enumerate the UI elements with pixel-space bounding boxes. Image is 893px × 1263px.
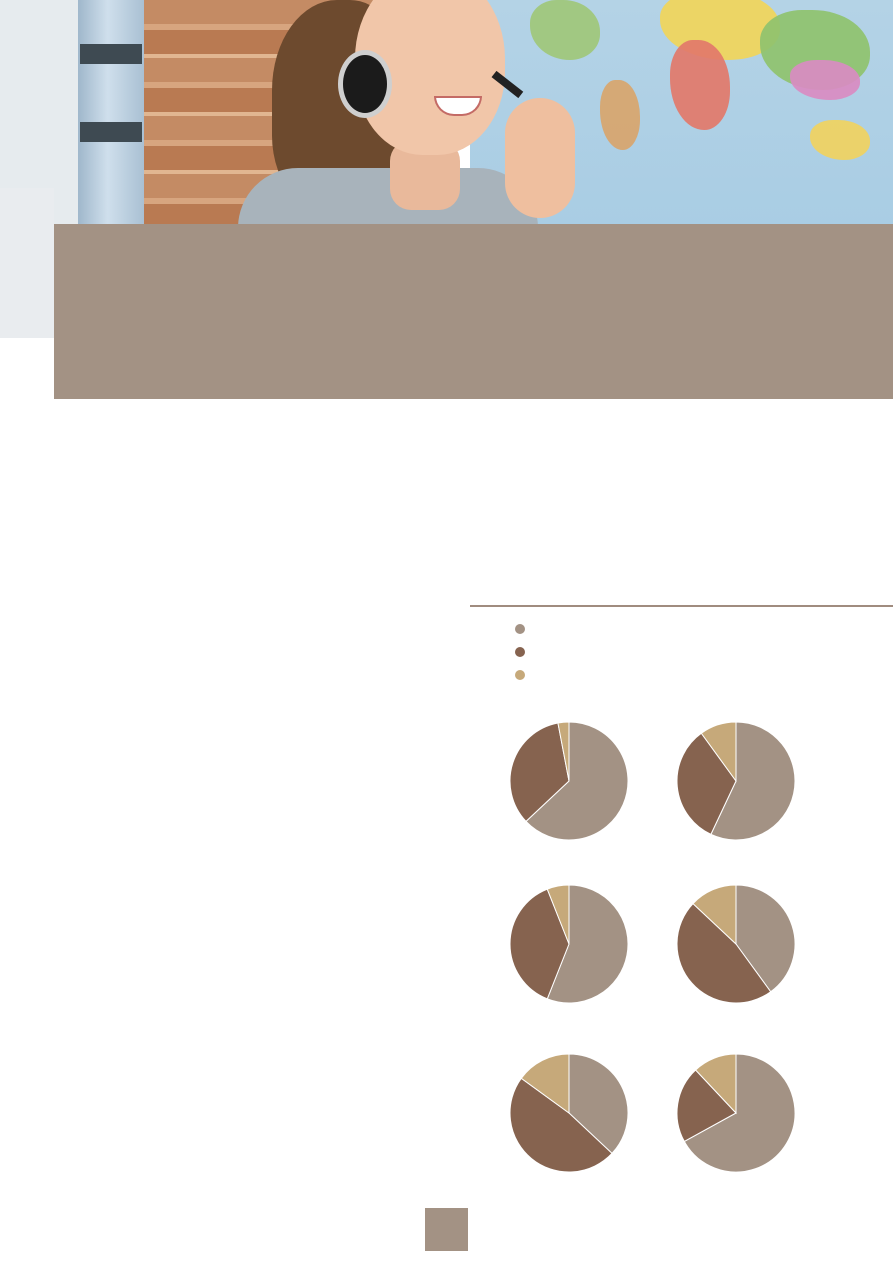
pie-chart xyxy=(676,1053,796,1173)
photo-left-strip xyxy=(0,188,54,338)
title-band xyxy=(54,224,893,399)
legend-swatch xyxy=(515,624,525,634)
pie-chart xyxy=(676,884,796,1004)
pie-chart xyxy=(509,1053,629,1173)
pie-chart-grid xyxy=(509,721,796,1173)
pillar-band xyxy=(80,44,142,64)
hand xyxy=(505,98,575,218)
legend-swatch xyxy=(515,670,525,680)
hero-photo xyxy=(0,0,893,226)
legend-swatch xyxy=(515,647,525,657)
window-pillar xyxy=(78,0,144,226)
jacket xyxy=(238,168,538,226)
headset-icon xyxy=(338,50,392,118)
chart-divider xyxy=(470,605,893,607)
pie-chart xyxy=(676,721,796,841)
page-number-box xyxy=(425,1208,468,1251)
pie-chart xyxy=(509,721,629,841)
pie-chart xyxy=(509,884,629,1004)
pillar-band xyxy=(80,122,142,142)
